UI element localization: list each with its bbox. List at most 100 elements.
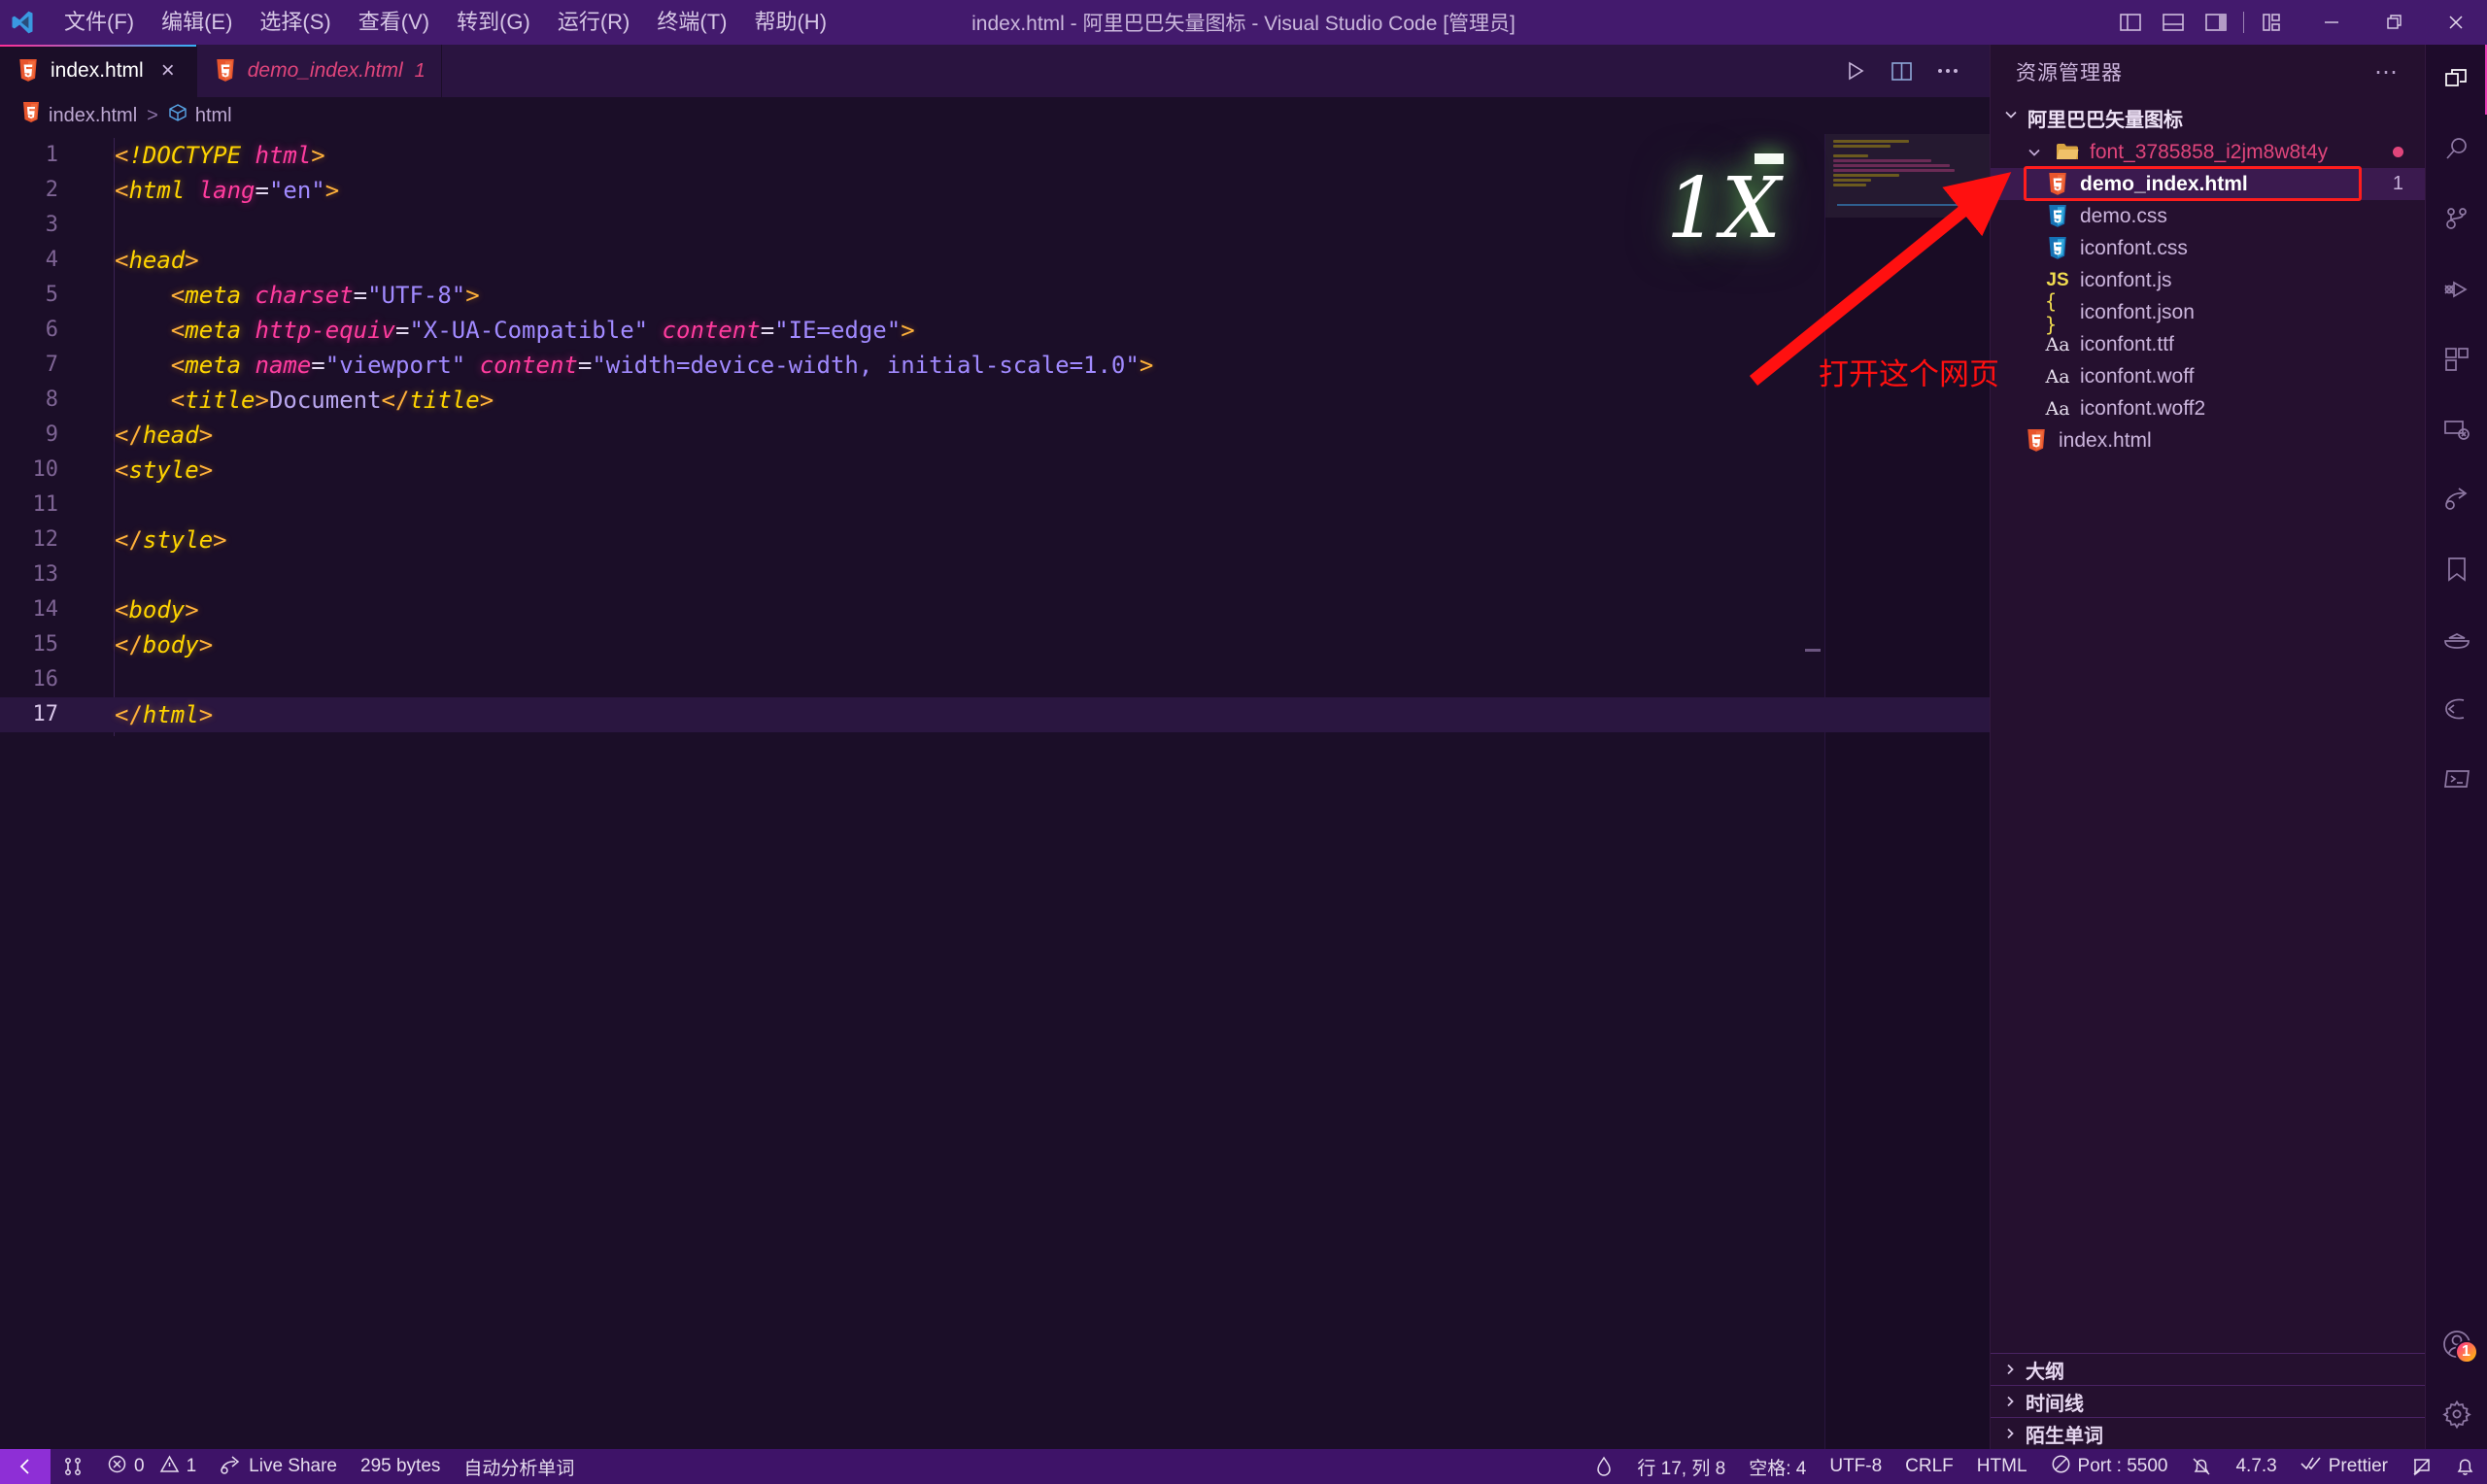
font-aa-icon: Aa xyxy=(2045,333,2070,355)
tree-file-row[interactable]: Aa iconfont.woff2 xyxy=(1991,392,2425,424)
tree-file-row[interactable]: iconfont.css xyxy=(1991,232,2425,264)
check-check-icon xyxy=(2300,1455,2322,1478)
explorer-more-actions-icon[interactable]: ⋯ xyxy=(2367,58,2407,86)
auto-analyze-words-button[interactable]: 自动分析单词 xyxy=(452,1449,586,1484)
code-line[interactable]: 16 xyxy=(0,662,1990,697)
prettier-indicator[interactable]: Prettier xyxy=(2289,1449,2400,1484)
code-line[interactable]: 10 <style> xyxy=(0,453,1990,488)
unfamiliar-words-section[interactable]: 陌生单词 xyxy=(1991,1417,2425,1449)
code-scroll-container[interactable]: 1 <!DOCTYPE html> 2 <html lang="en"> 3 4 <head… xyxy=(0,134,1990,1449)
code-line[interactable]: 5 <meta charset="UTF-8"> xyxy=(0,278,1990,313)
bell-slash-icon[interactable] xyxy=(2179,1449,2224,1484)
source-control-icon[interactable] xyxy=(2426,185,2487,254)
menu-run[interactable]: 运行(R) xyxy=(544,6,644,39)
explorer-icon[interactable] xyxy=(2426,45,2487,115)
version-indicator[interactable]: 4.7.3 xyxy=(2224,1449,2288,1484)
bookmark-nav-icon[interactable] xyxy=(51,1449,95,1484)
bookmarks-icon[interactable] xyxy=(2426,534,2487,604)
live-share-icon[interactable] xyxy=(2426,464,2487,534)
file-size-indicator[interactable]: 295 bytes xyxy=(349,1449,452,1484)
menu-terminal[interactable]: 终端(T) xyxy=(643,6,740,39)
live-server-port[interactable]: Port : 5500 xyxy=(2039,1449,2180,1484)
code-line-text: <!DOCTYPE html> xyxy=(115,142,325,169)
tree-folder-row[interactable]: font_3785858_i2jm8w8t4y xyxy=(1991,136,2425,168)
tree-file-row[interactable]: Aa iconfont.ttf xyxy=(1991,328,2425,360)
code-line[interactable]: 6 <meta http-equiv="X-UA-Compatible" con… xyxy=(0,313,1990,348)
chevron-down-icon[interactable] xyxy=(2024,144,2045,161)
manage-settings-gear-icon[interactable] xyxy=(2426,1379,2487,1449)
menu-file[interactable]: 文件(F) xyxy=(51,6,148,39)
outline-section[interactable]: 大纲 xyxy=(1991,1353,2425,1385)
search-icon[interactable] xyxy=(2426,115,2487,185)
editor-tab-2[interactable]: demo_index.html 1 xyxy=(196,45,442,97)
code-line[interactable]: 11 xyxy=(0,488,1990,523)
menu-view[interactable]: 查看(V) xyxy=(345,6,443,39)
eol[interactable]: CRLF xyxy=(1893,1449,1965,1484)
toggle-primary-sidebar-icon[interactable] xyxy=(2109,0,2152,45)
code-line[interactable]: 8 <title>Document</title> xyxy=(0,383,1990,418)
code-line[interactable]: 3 xyxy=(0,208,1990,243)
code-editor[interactable]: 1 <!DOCTYPE html> 2 <html lang="en"> 3 4 <head… xyxy=(0,134,1990,1449)
live-share-button[interactable]: Live Share xyxy=(208,1449,349,1484)
tree-file-row[interactable]: demo_index.html 1 xyxy=(1991,168,2425,200)
code-line[interactable]: 7 <meta name="viewport" content="width=d… xyxy=(0,348,1990,383)
cursor-position[interactable]: 行 17, 列 8 xyxy=(1625,1449,1737,1484)
code-line[interactable]: 13 xyxy=(0,557,1990,592)
run-and-debug-icon[interactable] xyxy=(2426,254,2487,324)
code-line[interactable]: 12 </style> xyxy=(0,523,1990,557)
close-icon[interactable] xyxy=(2425,0,2487,45)
customize-layout-icon[interactable] xyxy=(2250,0,2293,45)
toggle-panel-icon[interactable] xyxy=(2152,0,2195,45)
code-line[interactable]: 14 <body> xyxy=(0,592,1990,627)
editor-tab-1[interactable]: index.html × xyxy=(0,45,197,97)
menu-help[interactable]: 帮助(H) xyxy=(740,6,840,39)
explorer-tree-container[interactable]: 阿里巴巴矢量图标 font_3785858_i2jm8w8t4y demo_ind… xyxy=(1991,99,2425,1353)
menu-go[interactable]: 转到(G) xyxy=(443,6,544,39)
accounts-icon[interactable]: 1 xyxy=(2426,1309,2487,1379)
cube-symbol-icon xyxy=(168,103,187,128)
tree-file-row[interactable]: Aa iconfont.woff xyxy=(1991,360,2425,392)
code-line[interactable]: 9 </head> xyxy=(0,418,1990,453)
tree-file-row[interactable]: index.html xyxy=(1991,424,2425,456)
menu-bar: 文件(F) 编辑(E) 选择(S) 查看(V) 转到(G) 运行(R) 终端(T) 帮助(H) xyxy=(51,6,840,39)
more-actions-button[interactable] xyxy=(1927,51,1968,91)
bell-icon[interactable] xyxy=(2443,1449,2487,1484)
code-line-text: <meta name="viewport" content="width=dev… xyxy=(170,352,1154,379)
code-line[interactable]: 1 <!DOCTYPE html> xyxy=(0,138,1990,173)
code-line[interactable]: 15 </body> xyxy=(0,627,1990,662)
breadcrumb-file[interactable]: index.html xyxy=(21,102,137,129)
color-picker-indicator[interactable] xyxy=(1583,1449,1625,1484)
tree-file-row[interactable]: { } iconfont.json xyxy=(1991,289,2425,336)
run-code-button[interactable] xyxy=(1834,51,1875,91)
breadcrumb-symbol[interactable]: html xyxy=(168,103,232,128)
encoding[interactable]: UTF-8 xyxy=(1818,1449,1893,1484)
line-number: 7 xyxy=(45,353,58,377)
maximize-icon[interactable] xyxy=(2363,0,2425,45)
menu-edit[interactable]: 编辑(E) xyxy=(148,6,246,39)
workspace-root-row[interactable]: 阿里巴巴矢量图标 xyxy=(1991,99,2425,136)
terminal-panel-icon[interactable] xyxy=(2426,744,2487,814)
tree-item-label: iconfont.json xyxy=(2080,300,2195,323)
feedback-icon[interactable] xyxy=(2400,1449,2443,1484)
indentation[interactable]: 空格: 4 xyxy=(1737,1449,1818,1484)
minimize-icon[interactable] xyxy=(2300,0,2363,45)
problems-indicator[interactable]: 0 1 xyxy=(95,1449,208,1484)
code-line[interactable]: 4 <head> xyxy=(0,243,1990,278)
import-cost-icon[interactable] xyxy=(2426,674,2487,744)
extensions-icon[interactable] xyxy=(2426,324,2487,394)
split-editor-button[interactable] xyxy=(1881,51,1922,91)
editor-tab-close-icon[interactable]: × xyxy=(155,58,181,84)
docker-icon[interactable] xyxy=(2426,604,2487,674)
menu-selection[interactable]: 选择(S) xyxy=(246,6,344,39)
language-mode[interactable]: HTML xyxy=(1965,1449,2039,1484)
code-line[interactable]: 17 </html> xyxy=(0,697,1990,732)
toggle-secondary-sidebar-icon[interactable] xyxy=(2195,0,2237,45)
workbench-body: index.html × demo_index.html 1 index.htm… xyxy=(0,45,2487,1449)
remote-explorer-icon[interactable] xyxy=(2426,394,2487,464)
timeline-section[interactable]: 时间线 xyxy=(1991,1385,2425,1417)
tree-file-row[interactable]: demo.css xyxy=(1991,200,2425,232)
explorer-sidebar: 资源管理器 ⋯ 阿里巴巴矢量图标 font_3785858_i2jm8w8t4y… xyxy=(1990,45,2425,1449)
tree-item-label: iconfont.js xyxy=(2080,268,2172,291)
code-line[interactable]: 2 <html lang="en"> xyxy=(0,173,1990,208)
remote-window-indicator[interactable] xyxy=(0,1449,51,1484)
